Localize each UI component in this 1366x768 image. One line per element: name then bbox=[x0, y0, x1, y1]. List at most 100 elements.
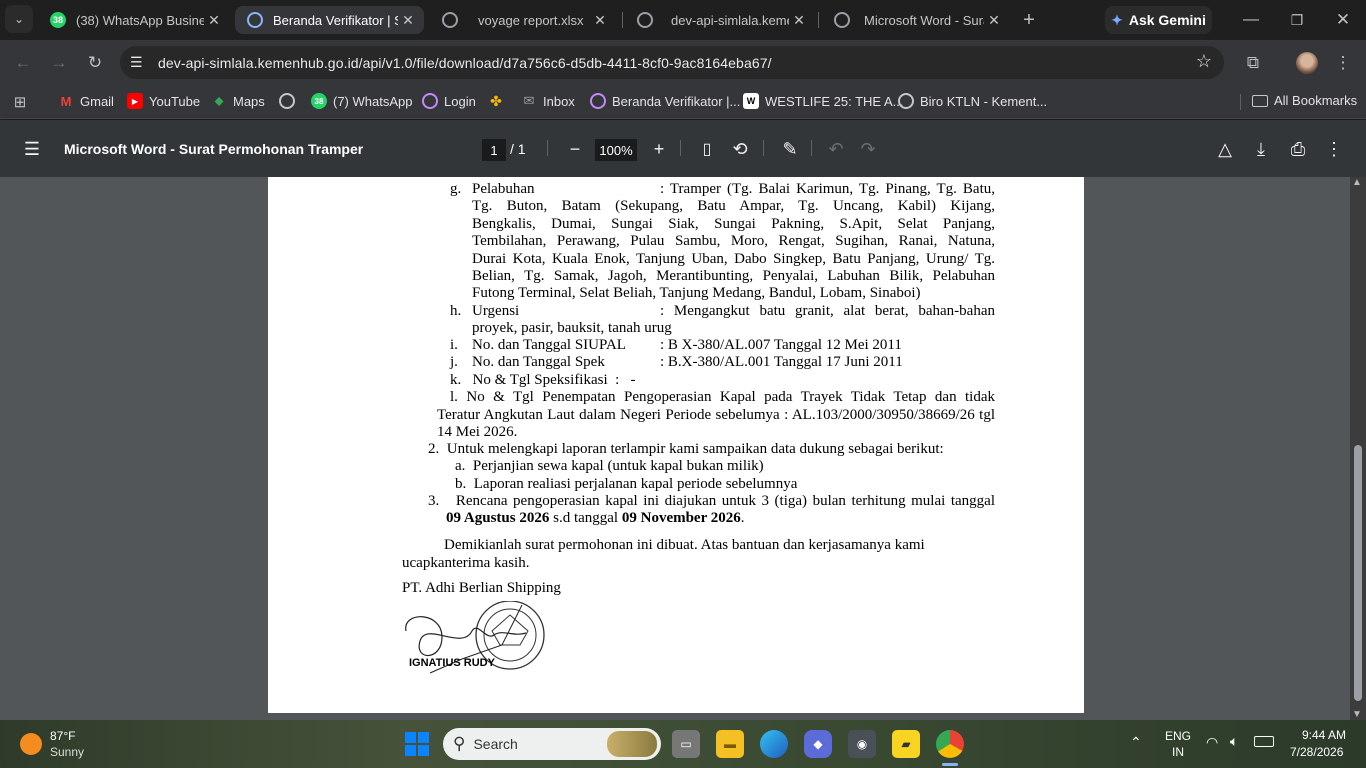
item-value: Futong Terminal, Selat Beliah, Tanjung M… bbox=[472, 285, 921, 301]
item-value: Tembilahan, Perawang, Pulau Sambu, Moro,… bbox=[472, 233, 995, 249]
redo-icon[interactable]: ↷ bbox=[853, 134, 883, 164]
globe-icon bbox=[247, 12, 263, 28]
task-view-icon[interactable]: ▭ bbox=[672, 730, 700, 758]
item-value: Tg. Buton, Batam (Sekupang, Batu Ampar, … bbox=[472, 198, 995, 214]
bookmark-label: YouTube bbox=[149, 93, 201, 109]
language-code[interactable]: ENG bbox=[1165, 729, 1191, 743]
new-tab-plus-icon[interactable]: + bbox=[1014, 5, 1044, 35]
windows-taskbar: 87°F Sunny ⚲ Search ▭ ▬ ◆ ◉ ▰ ⌃ ENG IN ◠… bbox=[0, 720, 1366, 768]
reload-icon[interactable]: ↻ bbox=[80, 48, 110, 78]
bookmark-westlife[interactable]: W WESTLIFE 25: THE A... bbox=[743, 93, 903, 109]
site-info-icon[interactable]: ☰ bbox=[130, 54, 143, 71]
more-options-icon[interactable]: ⋮ bbox=[1319, 134, 1349, 164]
whatsapp-icon: 38 bbox=[311, 93, 327, 109]
minimize-icon[interactable]: — bbox=[1236, 5, 1266, 35]
print-icon[interactable]: ⎙ bbox=[1283, 134, 1313, 164]
taskbar-search-box[interactable]: ⚲ Search bbox=[443, 728, 661, 760]
clock-date[interactable]: 7/28/2026 bbox=[1290, 745, 1343, 759]
fit-page-icon[interactable]: ▯ bbox=[692, 134, 722, 164]
active-app-indicator bbox=[942, 763, 958, 766]
wifi-icon[interactable]: ◠ bbox=[1206, 734, 1218, 751]
tab-microsoft-word[interactable]: Microsoft Word - Surat ✕ bbox=[822, 6, 1010, 34]
camera-app-icon[interactable]: ◉ bbox=[848, 730, 876, 758]
vpn-app-icon[interactable]: ◆ bbox=[804, 730, 832, 758]
close-icon[interactable]: ✕ bbox=[204, 12, 224, 29]
bookmark-star-icon[interactable]: ☆ bbox=[1196, 51, 1212, 72]
annotate-pen-icon[interactable]: ✎ bbox=[775, 134, 805, 164]
tab-whatsapp[interactable]: 38 (38) WhatsApp Busines ✕ bbox=[38, 6, 230, 34]
scroll-up-arrow-icon[interactable]: ▲ bbox=[1352, 177, 1362, 188]
bookmark-youtube[interactable]: ▶ YouTube bbox=[127, 93, 200, 109]
tab-beranda-verifikator[interactable]: Beranda Verifikator | Si ✕ bbox=[235, 6, 424, 34]
weather-sun-icon[interactable] bbox=[20, 733, 42, 755]
clock-time[interactable]: 9:44 AM bbox=[1302, 728, 1346, 742]
bookmark-whatsapp[interactable]: 38 (7) WhatsApp bbox=[311, 93, 412, 109]
bookmark-inbox[interactable]: ✉ Inbox bbox=[521, 93, 575, 109]
address-bar[interactable]: ☰ dev-api-simlala.kemenhub.go.id/api/v1.… bbox=[120, 46, 1224, 79]
closing-paragraph: Demikianlah surat permohonan ini dibuat.… bbox=[444, 537, 925, 553]
weather-temp[interactable]: 87°F bbox=[50, 729, 75, 743]
url-text: dev-api-simlala.kemenhub.go.id/api/v1.0/… bbox=[158, 54, 772, 71]
drive-save-icon[interactable]: △ bbox=[1210, 134, 1240, 164]
zoom-out-icon[interactable]: − bbox=[560, 134, 590, 164]
tab-search-chevron-icon[interactable]: ⌄ bbox=[5, 5, 33, 33]
scroll-down-arrow-icon[interactable]: ▼ bbox=[1352, 709, 1362, 720]
apps-grid-icon[interactable]: ⊞ bbox=[5, 87, 35, 117]
rotate-icon[interactable]: ⟲ bbox=[725, 134, 755, 164]
tab-separator bbox=[818, 12, 819, 28]
zoom-in-icon[interactable]: + bbox=[644, 134, 674, 164]
all-bookmarks[interactable]: All Bookmarks bbox=[1252, 93, 1357, 108]
bookmark-label: Beranda Verifikator |... bbox=[612, 93, 741, 109]
windows-start-icon[interactable] bbox=[405, 732, 429, 756]
edge-icon[interactable] bbox=[760, 730, 788, 758]
bookmark-maps[interactable]: ⬥ Maps bbox=[211, 93, 264, 109]
sidebar-menu-icon[interactable]: ☰ bbox=[17, 134, 47, 164]
bookmark-pinwheel[interactable]: ✤ bbox=[488, 93, 510, 109]
bookmark-globe[interactable] bbox=[279, 93, 301, 109]
ask-gemini-button[interactable]: ✦ Ask Gemini bbox=[1105, 6, 1212, 34]
search-highlight-icon bbox=[607, 731, 657, 757]
tab-dev-api[interactable]: dev-api-simlala.kemenl ✕ bbox=[625, 6, 815, 34]
window-close-icon[interactable]: ✕ bbox=[1328, 5, 1358, 35]
bookmark-label: Login bbox=[444, 93, 476, 109]
back-arrow-icon[interactable]: ← bbox=[8, 48, 38, 78]
close-icon[interactable]: ✕ bbox=[984, 12, 1004, 29]
close-icon[interactable]: ✕ bbox=[398, 12, 418, 29]
language-region[interactable]: IN bbox=[1172, 745, 1184, 759]
vertical-scrollbar[interactable]: ▲ ▼ bbox=[1350, 177, 1366, 720]
bookmark-beranda-verifikator[interactable]: Beranda Verifikator |... bbox=[590, 93, 740, 109]
ask-gemini-label: Ask Gemini bbox=[1128, 12, 1206, 28]
scrollbar-thumb[interactable] bbox=[1354, 445, 1362, 701]
bookmark-biro-ktln[interactable]: Biro KTLN - Kement... bbox=[898, 93, 1047, 109]
restore-icon[interactable]: ❐ bbox=[1282, 5, 1312, 35]
bookmark-label: Biro KTLN - Kement... bbox=[920, 93, 1048, 109]
close-icon[interactable]: ✕ bbox=[789, 12, 809, 29]
paragraph-2: 2. Untuk melengkapi laporan terlampir ka… bbox=[428, 441, 944, 457]
tab-voyage-report[interactable]: voyage report.xlsx ✕ bbox=[430, 6, 616, 34]
weather-condition[interactable]: Sunny bbox=[50, 745, 84, 759]
file-explorer-icon[interactable]: ▬ bbox=[716, 730, 744, 758]
close-icon[interactable]: ✕ bbox=[590, 12, 610, 29]
date-connector: s.d tanggal bbox=[549, 510, 622, 526]
globe-icon bbox=[637, 12, 653, 28]
profile-avatar[interactable] bbox=[1296, 52, 1318, 74]
sticky-notes-icon[interactable]: ▰ bbox=[892, 730, 920, 758]
zoom-level-input[interactable]: 100% bbox=[595, 139, 637, 161]
item-k: k. No & Tgl Speksifikasi : - bbox=[450, 372, 636, 388]
battery-icon[interactable] bbox=[1254, 736, 1274, 747]
undo-icon[interactable]: ↶ bbox=[821, 134, 851, 164]
forward-arrow-icon[interactable]: → bbox=[44, 48, 74, 78]
paragraph-3-dates: 09 Agustus 2026 s.d tanggal 09 November … bbox=[446, 510, 744, 527]
extensions-icon[interactable]: ⧉ bbox=[1238, 48, 1268, 78]
bookmark-gmail[interactable]: M Gmail bbox=[58, 93, 114, 109]
pdf-viewer[interactable]: g. Pelabuhan : Tramper (Tg. Balai Karimu… bbox=[0, 177, 1366, 720]
chrome-taskbar-icon[interactable] bbox=[936, 730, 964, 758]
volume-icon[interactable]: 🔈︎ bbox=[1230, 733, 1238, 750]
download-icon[interactable]: ⤓ bbox=[1246, 134, 1276, 164]
tab-title: voyage report.xlsx bbox=[478, 12, 584, 28]
page-number-input[interactable]: 1 bbox=[482, 139, 506, 161]
globe-icon bbox=[279, 93, 295, 109]
tray-chevron-up-icon[interactable]: ⌃ bbox=[1130, 734, 1142, 751]
bookmark-login[interactable]: Login bbox=[422, 93, 476, 109]
chrome-menu-icon[interactable]: ⋮ bbox=[1328, 48, 1358, 78]
